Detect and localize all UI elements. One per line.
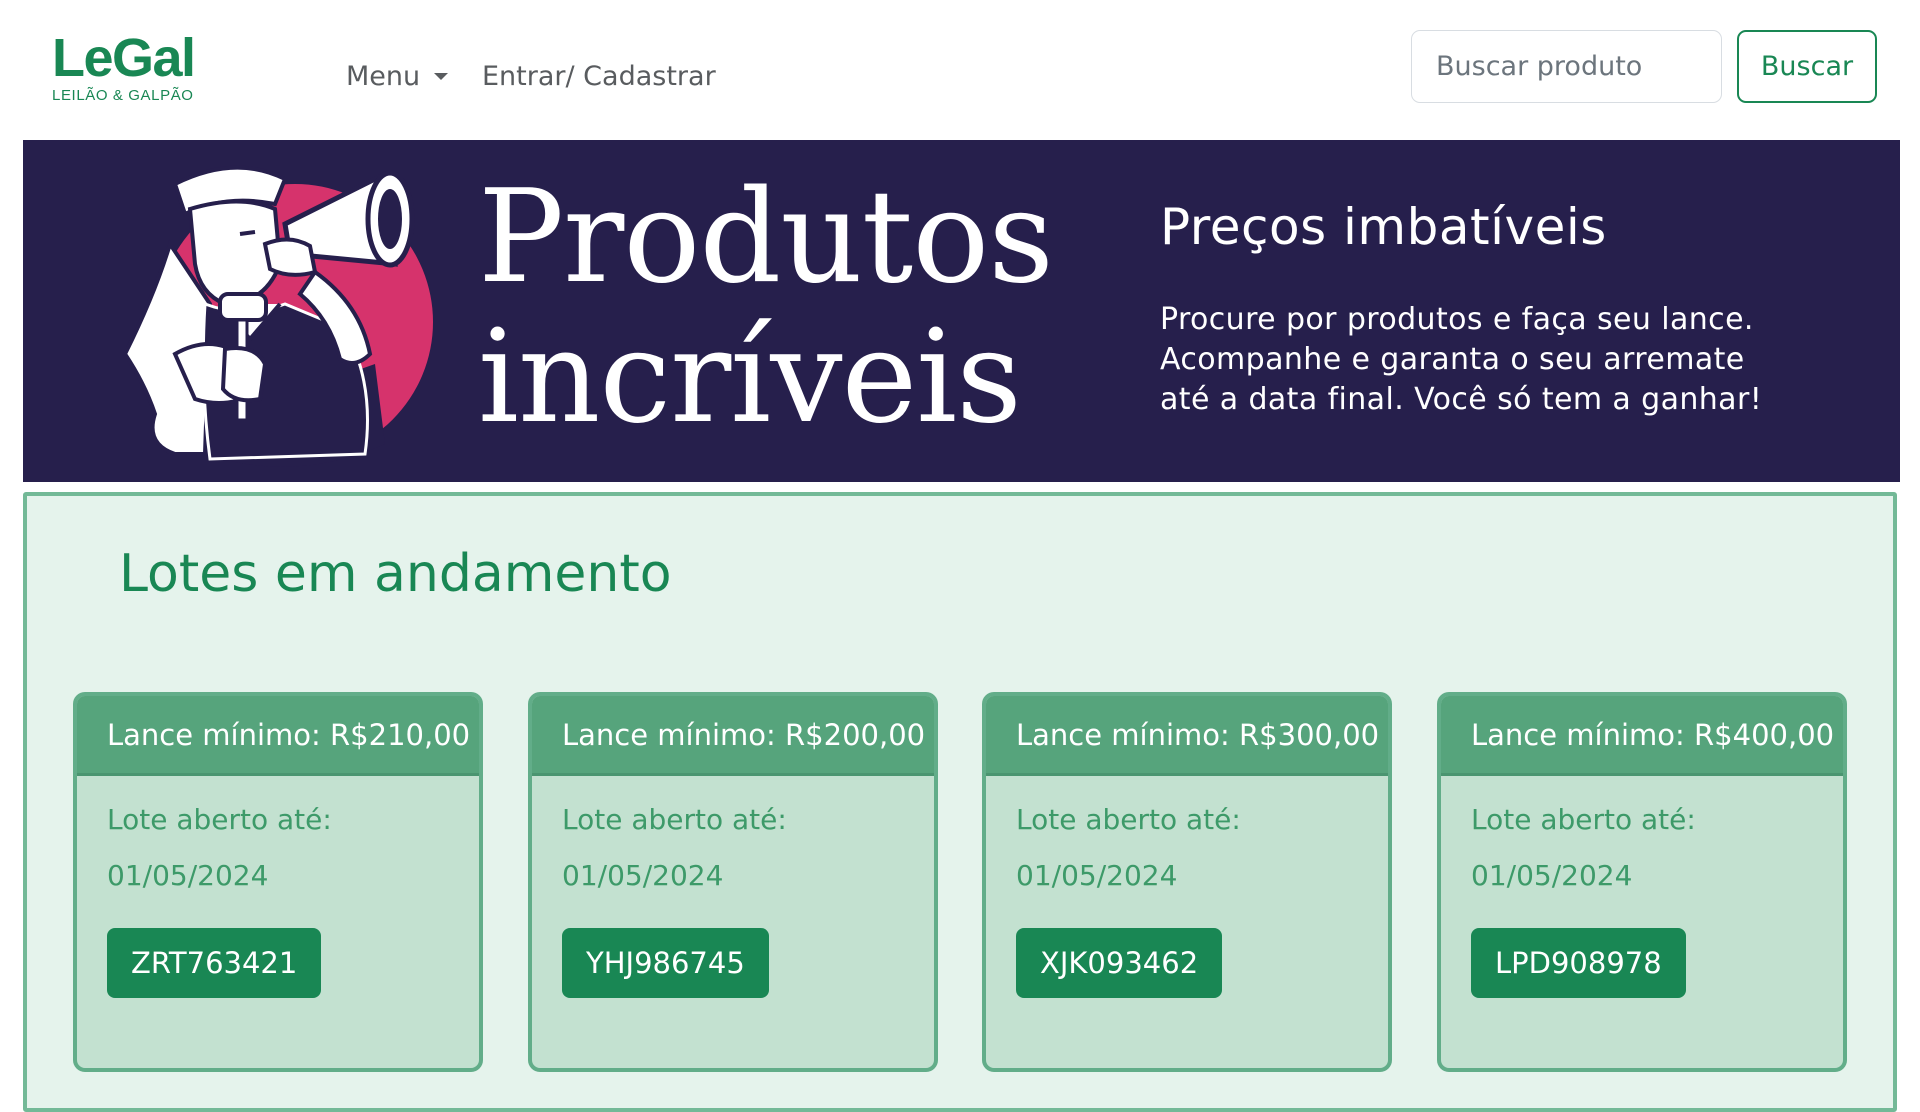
lot-code-button[interactable]: YHJ986745 [562,928,769,998]
card-date: 01/05/2024 [1016,859,1178,892]
section-title: Lotes em andamento [119,544,672,604]
card-date: 01/05/2024 [1471,859,1633,892]
lot-code-button[interactable]: XJK093462 [1016,928,1223,998]
lot-card: Lance mínimo: R$400,00 Lote aberto até: … [1437,692,1847,1072]
lots-section: Lotes em andamento Lance mínimo: R$210,0… [23,492,1897,1112]
search-input[interactable] [1411,30,1722,103]
card-label: Lote aberto até: [562,803,787,836]
banner-title-line2: incríveis [478,303,1022,452]
card-header-min-bid: Lance mínimo: R$210,00 [77,696,479,776]
card-label: Lote aberto até: [1016,803,1241,836]
card-body: Lote aberto até: 01/05/2024 LPD908978 [1441,776,1843,1024]
card-body: Lote aberto até: 01/05/2024 ZRT763421 [77,776,479,1024]
logo[interactable]: LeGal LEILÃO & GALPÃO [52,30,212,110]
banner-title-line1: Produtos [478,163,1054,312]
banner-heading: Preços imbatíveis [1160,198,1607,256]
auctioneer-megaphone-icon [122,165,433,467]
card-label: Lote aberto até: [107,803,332,836]
logo-subtitle: LEILÃO & GALPÃO [52,87,194,104]
search-button[interactable]: Buscar [1737,30,1877,103]
card-header-min-bid: Lance mínimo: R$200,00 [532,696,934,776]
banner-text-line: Procure por produtos e faça seu lance. [1160,302,1754,337]
lot-card: Lance mínimo: R$300,00 Lote aberto até: … [982,692,1392,1072]
login-register-link[interactable]: Entrar/ Cadastrar [482,58,716,94]
navbar: LeGal LEILÃO & GALPÃO Menu Entrar/ Cadas… [0,0,1920,138]
lot-card: Lance mínimo: R$210,00 Lote aberto até: … [73,692,483,1072]
banner-title: Produtos incríveis [478,163,1054,452]
menu-label: Menu [346,60,421,92]
logo-text: LeGal [52,28,196,88]
lot-card: Lance mínimo: R$200,00 Lote aberto até: … [528,692,938,1072]
card-body: Lote aberto até: 01/05/2024 XJK093462 [986,776,1388,1024]
hero-banner: Produtos incríveis Preços imbatíveis Pro… [23,140,1900,482]
card-date: 01/05/2024 [562,859,724,892]
card-date: 01/05/2024 [107,859,269,892]
banner-description: Procure por produtos e faça seu lance. A… [1160,300,1860,420]
banner-text-line: até a data final. Você só tem a ganhar! [1160,382,1763,417]
card-header-min-bid: Lance mínimo: R$400,00 [1441,696,1843,776]
lot-code-button[interactable]: ZRT763421 [107,928,322,998]
card-body: Lote aberto até: 01/05/2024 YHJ986745 [532,776,934,1024]
lot-code-button[interactable]: LPD908978 [1471,928,1686,998]
banner-text-line: Acompanhe e garanta o seu arremate [1160,342,1745,377]
card-label: Lote aberto até: [1471,803,1696,836]
card-header-min-bid: Lance mínimo: R$300,00 [986,696,1388,776]
caret-down-icon [434,72,449,80]
menu-dropdown[interactable]: Menu [346,58,449,94]
